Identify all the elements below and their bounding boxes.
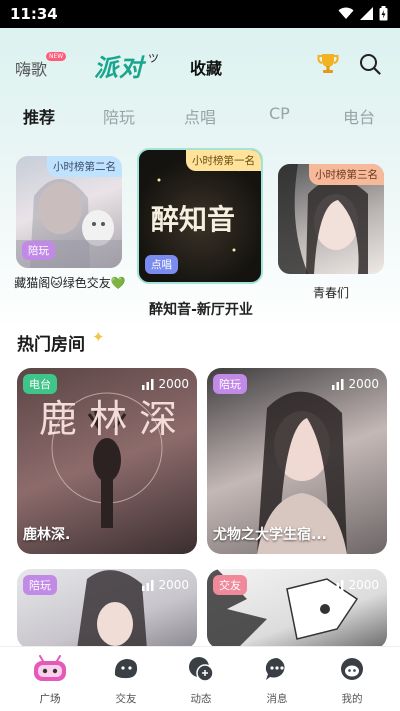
room-title: 鹿林深. bbox=[23, 527, 71, 543]
category-tabs: 推荐 陪玩 点唱 CP 电台 bbox=[0, 104, 400, 132]
tab-profile[interactable]: 我的 bbox=[322, 655, 382, 706]
room-card[interactable]: 陪玩 2000 尤物之大学生宿... bbox=[207, 368, 387, 554]
featured-name-first: 醉知音-新厅开业 bbox=[149, 302, 253, 318]
signal-bars-icon bbox=[142, 378, 154, 390]
featured-name-second: 藏猫阁🐱绿色交友💚 bbox=[14, 276, 126, 290]
room-tag: 电台 bbox=[23, 374, 57, 394]
new-badge: NEW bbox=[46, 52, 67, 61]
tab-sing[interactable]: 点唱 bbox=[184, 104, 216, 128]
cover-title: 鹿 林 深 bbox=[39, 397, 178, 441]
rank-badge: 小时榜第三名 bbox=[309, 164, 384, 185]
profile-icon bbox=[341, 658, 363, 680]
room-card[interactable]: 陪玩 2000 bbox=[17, 569, 197, 649]
cover-title: 醉知音 bbox=[151, 203, 236, 236]
online-count: 2000 bbox=[332, 578, 379, 592]
online-count: 2000 bbox=[332, 377, 379, 391]
tab-recommend[interactable]: 推荐 bbox=[23, 104, 55, 128]
signal-bars-icon bbox=[332, 579, 344, 591]
tab-companion[interactable]: 陪玩 bbox=[103, 104, 135, 128]
featured-name-third: 青春们 bbox=[312, 286, 349, 300]
feed-icon bbox=[189, 657, 214, 682]
featured-rooms: 小时榜第二名 陪玩 藏猫阁🐱绿色交友💚 醉知音 小时榜第一名 点唱 醉知音-新厅… bbox=[0, 148, 400, 323]
online-count-value: 2000 bbox=[158, 377, 189, 391]
tab-label: 交友 bbox=[115, 693, 137, 705]
favorites-tab[interactable]: 收藏 bbox=[190, 55, 222, 79]
room-tag: 点唱 bbox=[145, 255, 178, 274]
room-card[interactable]: 交友 2000 bbox=[207, 569, 387, 649]
room-title: 尤物之大学生宿... bbox=[213, 527, 327, 543]
rank-badge: 小时榜第一名 bbox=[186, 150, 261, 171]
tab-label: 我的 bbox=[341, 693, 363, 705]
online-count-value: 2000 bbox=[348, 578, 379, 592]
top-header: 嗨歌 NEW 派对 ツ 收藏 bbox=[0, 40, 400, 90]
friends-icon bbox=[114, 659, 138, 679]
signal-bars-icon bbox=[332, 378, 344, 390]
message-icon bbox=[265, 657, 285, 680]
sparkle-icon: ✦ bbox=[92, 328, 105, 346]
party-deco-icon: ツ bbox=[148, 52, 159, 65]
online-count-value: 2000 bbox=[158, 578, 189, 592]
trophy-icon[interactable] bbox=[317, 52, 339, 76]
online-count: 2000 bbox=[142, 377, 189, 391]
tab-label: 广场 bbox=[39, 693, 61, 705]
hot-rooms-title: 热门房间 bbox=[17, 335, 85, 355]
tab-cp[interactable]: CP bbox=[269, 104, 290, 123]
tab-plaza[interactable]: 广场 bbox=[20, 655, 80, 706]
room-tag: 陪玩 bbox=[23, 575, 57, 595]
status-bar: 11:34 bbox=[0, 0, 400, 28]
tab-label: 动态 bbox=[190, 693, 212, 705]
room-tag: 陪玩 bbox=[22, 241, 55, 260]
party-tab[interactable]: 派对 bbox=[94, 48, 144, 83]
tab-label: 消息 bbox=[266, 693, 288, 705]
rank-badge: 小时榜第二名 bbox=[47, 156, 122, 177]
plaza-icon bbox=[34, 655, 66, 681]
battery-icon bbox=[379, 6, 388, 21]
tab-messages[interactable]: 消息 bbox=[247, 655, 307, 706]
haige-tab[interactable]: 嗨歌 bbox=[15, 56, 47, 80]
room-tag: 陪玩 bbox=[213, 374, 247, 394]
online-count: 2000 bbox=[142, 578, 189, 592]
featured-card-first[interactable]: 醉知音 小时榜第一名 点唱 bbox=[137, 148, 263, 284]
signal-icon bbox=[360, 7, 373, 20]
tab-radio[interactable]: 电台 bbox=[343, 104, 375, 128]
search-icon[interactable] bbox=[359, 53, 381, 75]
signal-bars-icon bbox=[142, 579, 154, 591]
tab-friends[interactable]: 交友 bbox=[96, 655, 156, 706]
status-time: 11:34 bbox=[10, 5, 58, 23]
room-card[interactable]: 鹿 林 深 电台 2000 鹿林深. bbox=[17, 368, 197, 554]
tab-feed[interactable]: 动态 bbox=[171, 655, 231, 706]
featured-card-third[interactable]: 小时榜第三名 bbox=[278, 164, 384, 274]
bottom-tab-bar: 广场 交友 动态 消息 我的 bbox=[0, 646, 400, 711]
wifi-icon bbox=[338, 7, 354, 19]
online-count-value: 2000 bbox=[348, 377, 379, 391]
room-tag: 交友 bbox=[213, 575, 247, 595]
featured-card-second[interactable]: 小时榜第二名 陪玩 bbox=[16, 156, 122, 268]
